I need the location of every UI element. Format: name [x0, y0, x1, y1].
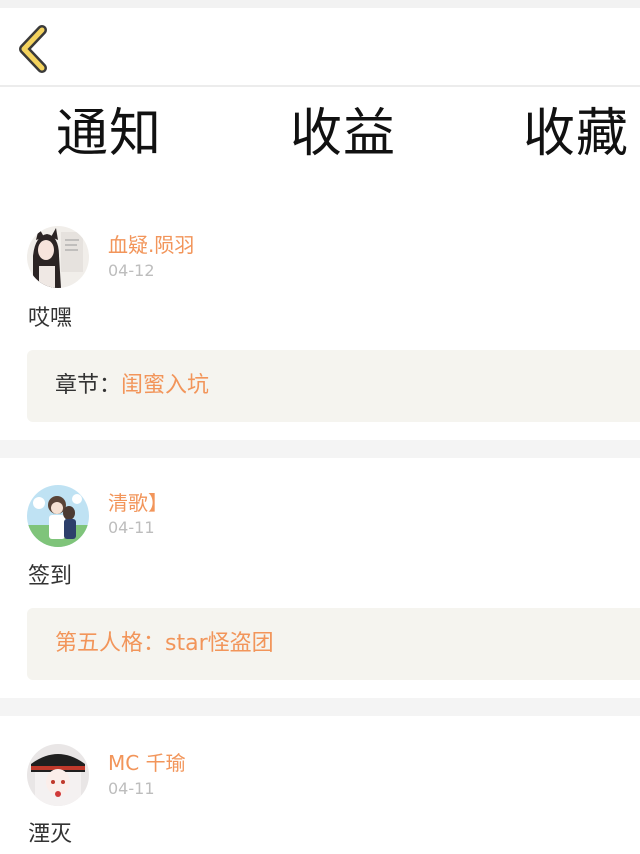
divider [0, 698, 640, 716]
chapter-link-text: 第五人格：star怪盗团 [55, 628, 274, 660]
post-date: 04-12 [108, 261, 155, 280]
chapter-link-text: 章节：闺蜜入坑 [55, 370, 209, 402]
message-text: 湮灭 [28, 822, 73, 847]
avatar[interactable] [27, 744, 89, 806]
post-date: 04-11 [108, 779, 155, 798]
avatar[interactable] [27, 226, 89, 288]
username[interactable]: MC 千瑜 [108, 750, 186, 776]
message-text: 哎嘿 [28, 306, 73, 331]
message-text: 签到 [28, 564, 73, 589]
chapter-label: 章节： [55, 373, 122, 398]
post-date: 04-11 [108, 518, 155, 537]
top-bar [0, 8, 640, 87]
tab-bar: 通知 收益 收藏 [0, 88, 640, 188]
tab-notifications[interactable]: 通知 [56, 102, 162, 166]
chapter-title: 第五人格：star怪盗团 [55, 631, 274, 656]
chapter-title: 闺蜜入坑 [121, 373, 210, 398]
divider [0, 440, 640, 458]
avatar[interactable] [27, 485, 89, 547]
notification-card: 清歌】 04-11 签到 第五人格：star怪盗团 [0, 458, 640, 698]
chapter-link[interactable]: 第五人格：star怪盗团 [27, 608, 640, 680]
username[interactable]: 清歌】 [108, 490, 168, 516]
back-button[interactable] [12, 22, 56, 74]
notification-card: MC 千瑜 04-11 湮灭 [0, 716, 640, 854]
chevron-left-icon [19, 25, 47, 73]
tab-earnings[interactable]: 收益 [290, 102, 396, 166]
username[interactable]: 血疑.陨羽 [108, 232, 194, 258]
chapter-link[interactable]: 章节：闺蜜入坑 [27, 350, 640, 422]
notification-card: 血疑.陨羽 04-12 哎嘿 章节：闺蜜入坑 [0, 200, 640, 440]
status-strip [0, 0, 640, 8]
tab-favorites[interactable]: 收藏 [523, 102, 629, 166]
